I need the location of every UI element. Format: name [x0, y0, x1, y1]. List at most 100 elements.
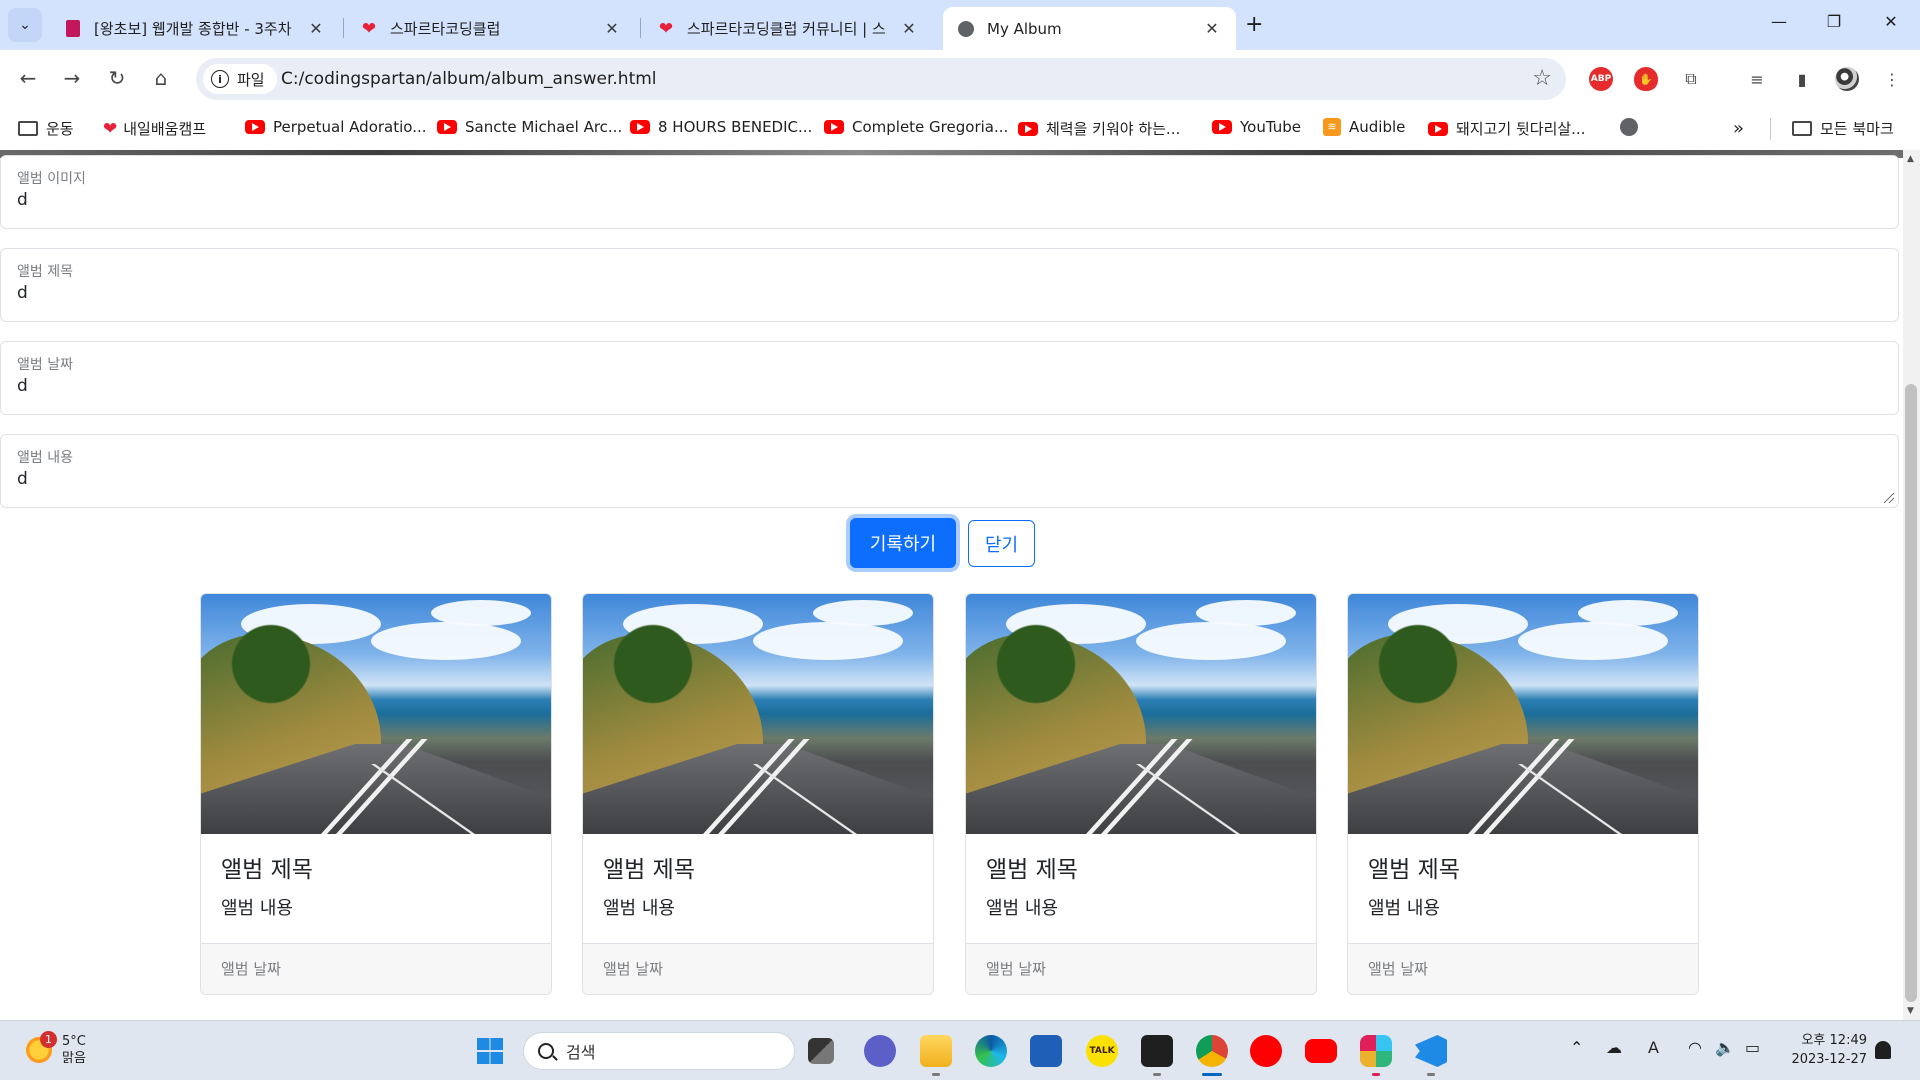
album-card: 앨범 제목 앨범 내용 앨범 날짜 [200, 593, 552, 995]
close-icon[interactable]: ✕ [899, 19, 919, 38]
close-icon[interactable]: ✕ [306, 19, 326, 38]
bookmark-label: 돼지고기 뒷다리살... [1456, 120, 1586, 138]
all-bookmarks-folder[interactable]: 모든 북마크 [1792, 118, 1894, 139]
edge-browser-icon[interactable] [975, 1035, 1007, 1067]
taskbar-search-box[interactable]: 검색 [523, 1032, 795, 1070]
tray-overflow-chevron-icon[interactable]: ⌃ [1570, 1038, 1583, 1057]
folder-icon [18, 121, 38, 136]
album-card-date: 앨범 날짜 [1348, 943, 1698, 994]
tab-sparta-community[interactable]: ❤ 스파르타코딩클럽 커뮤니티 | 스 ✕ [643, 7, 933, 50]
save-record-button[interactable]: 기록하기 [850, 518, 956, 568]
close-icon[interactable]: ✕ [1202, 19, 1222, 38]
more-menu-icon[interactable]: ⋮ [1880, 67, 1904, 91]
bookmark-perpetual[interactable]: Perpetual Adoratio... [245, 118, 427, 136]
side-panel-icon[interactable]: ▮ [1790, 67, 1814, 91]
bookmark-sancte-michael[interactable]: Sancte Michael Arc... [437, 118, 622, 136]
sticky-notes-icon[interactable] [1141, 1035, 1173, 1067]
home-icon[interactable]: ⌂ [147, 66, 175, 90]
bookmark-star-icon[interactable]: ☆ [1532, 66, 1552, 91]
album-content-field[interactable]: 앨범 내용 d [0, 434, 1899, 508]
bookmark-audible[interactable]: ≋ Audible [1323, 118, 1405, 136]
resize-grip-icon[interactable] [1884, 493, 1894, 503]
window-close-icon[interactable]: ✕ [1876, 12, 1906, 31]
bookmark-gregorian[interactable]: Complete Gregoria... [824, 118, 1008, 136]
album-date-input[interactable]: d [17, 376, 28, 396]
chrome-icon[interactable] [1196, 1035, 1228, 1067]
store-icon[interactable] [1030, 1035, 1062, 1067]
vscode-icon[interactable] [1415, 1035, 1447, 1067]
bookmark-8-hours[interactable]: 8 HOURS BENEDIC... [630, 118, 812, 136]
volume-icon[interactable]: 🔈 [1715, 1038, 1735, 1057]
album-date-field[interactable]: 앨범 날짜 d [0, 341, 1899, 415]
weather-widget[interactable]: 1 5°C 맑음 [26, 1031, 86, 1067]
tab-sparta[interactable]: ❤ 스파르타코딩클럽 ✕ [346, 7, 636, 50]
shield-extension-icon[interactable]: ✋ [1634, 67, 1658, 91]
album-title-field[interactable]: 앨범 제목 d [0, 248, 1899, 322]
minimize-icon[interactable]: — [1764, 12, 1794, 31]
weather-condition: 맑음 [62, 1051, 86, 1066]
page-scrollbar[interactable]: ▲ ▼ [1903, 150, 1920, 1020]
site-info-label: 파일 [237, 70, 265, 89]
bookmark-stamina[interactable]: 체력을 키워야 하는... [1018, 118, 1180, 139]
album-card-text: 앨범 내용 [603, 898, 675, 919]
file-explorer-icon[interactable] [920, 1035, 952, 1067]
bookmark-folder-exercise[interactable]: 운동 [18, 118, 74, 139]
restore-icon[interactable]: ❐ [1819, 12, 1849, 31]
tab-search-button[interactable]: ⌄ [8, 8, 42, 42]
address-bar[interactable]: i 파일 C:/codingspartan/album/album_answer… [196, 58, 1566, 100]
heart-icon: ❤ [361, 18, 377, 39]
bookmark-label: 운동 [46, 120, 74, 138]
album-title-label: 앨범 제목 [17, 264, 73, 280]
album-content-label: 앨범 내용 [17, 450, 73, 466]
task-view-icon[interactable] [808, 1038, 834, 1064]
profile-avatar[interactable] [1835, 67, 1859, 91]
windows-start-icon[interactable] [474, 1035, 506, 1067]
system-clock[interactable]: 오후 12:49 2023-12-27 [1787, 1031, 1867, 1069]
bookmark-pork[interactable]: 돼지고기 뒷다리살... [1428, 118, 1585, 139]
bookmark-camp[interactable]: ❤ 내일배움캠프 [103, 118, 206, 139]
notification-bell-icon[interactable] [1875, 1041, 1891, 1059]
globe-icon [1620, 118, 1638, 136]
close-form-button[interactable]: 닫기 [968, 520, 1035, 567]
album-image-field[interactable]: 앨범 이미지 d [0, 155, 1899, 229]
album-image-label: 앨범 이미지 [17, 171, 86, 187]
tab-my-album[interactable]: My Album ✕ [943, 7, 1236, 50]
bookmark-label: Sancte Michael Arc... [465, 118, 623, 136]
youtube-music-icon[interactable] [1250, 1035, 1282, 1067]
battery-icon[interactable]: ▭ [1745, 1038, 1760, 1057]
wifi-icon[interactable]: ◠ [1688, 1038, 1702, 1057]
kakaotalk-icon[interactable]: TALK [1086, 1035, 1118, 1067]
bookmark-globe[interactable] [1620, 118, 1638, 136]
bookmark-youtube[interactable]: YouTube [1212, 118, 1301, 136]
url-text[interactable]: C:/codingspartan/album/album_answer.html [281, 69, 657, 89]
forward-arrow-icon[interactable]: → [58, 66, 86, 90]
scrollbar-thumb[interactable] [1905, 384, 1917, 1002]
new-tab-plus-icon[interactable]: + [1245, 12, 1263, 37]
running-indicator [932, 1073, 940, 1076]
album-title-input[interactable]: d [17, 283, 28, 303]
chat-meet-icon[interactable] [864, 1035, 896, 1067]
bookmark-label: Audible [1349, 118, 1406, 136]
album-content-textarea[interactable]: d [17, 469, 28, 489]
scroll-up-arrow-icon[interactable]: ▲ [1907, 154, 1914, 164]
back-arrow-icon[interactable]: ← [14, 66, 42, 90]
slack-icon[interactable] [1360, 1035, 1392, 1067]
album-image-input[interactable]: d [17, 190, 28, 210]
audible-icon: ≋ [1323, 118, 1341, 136]
scroll-down-arrow-icon[interactable]: ▼ [1907, 1006, 1914, 1016]
reload-icon[interactable]: ↻ [103, 66, 131, 90]
site-info-chip[interactable]: i 파일 [203, 64, 277, 94]
tab-webdev[interactable]: [왕초보] 웹개발 종합반 - 3주차 ✕ [50, 7, 340, 50]
book-icon [64, 20, 82, 38]
onedrive-cloud-icon[interactable]: ☁ [1606, 1038, 1622, 1057]
more-bookmarks-chevron-icon[interactable]: » [1733, 118, 1744, 139]
youtube-app-icon[interactable] [1305, 1039, 1337, 1063]
extensions-puzzle-icon[interactable]: ⧉ [1679, 67, 1703, 91]
youtube-icon [245, 120, 265, 134]
adblock-icon[interactable]: ABP [1589, 67, 1613, 91]
input-language-icon[interactable]: A [1648, 1038, 1659, 1057]
album-card-text: 앨범 내용 [221, 898, 293, 919]
media-control-icon[interactable]: ≡ [1745, 67, 1769, 91]
browser-toolbar: ← → ↻ ⌂ i 파일 C:/codingspartan/album/albu… [0, 50, 1920, 108]
close-icon[interactable]: ✕ [602, 19, 622, 38]
